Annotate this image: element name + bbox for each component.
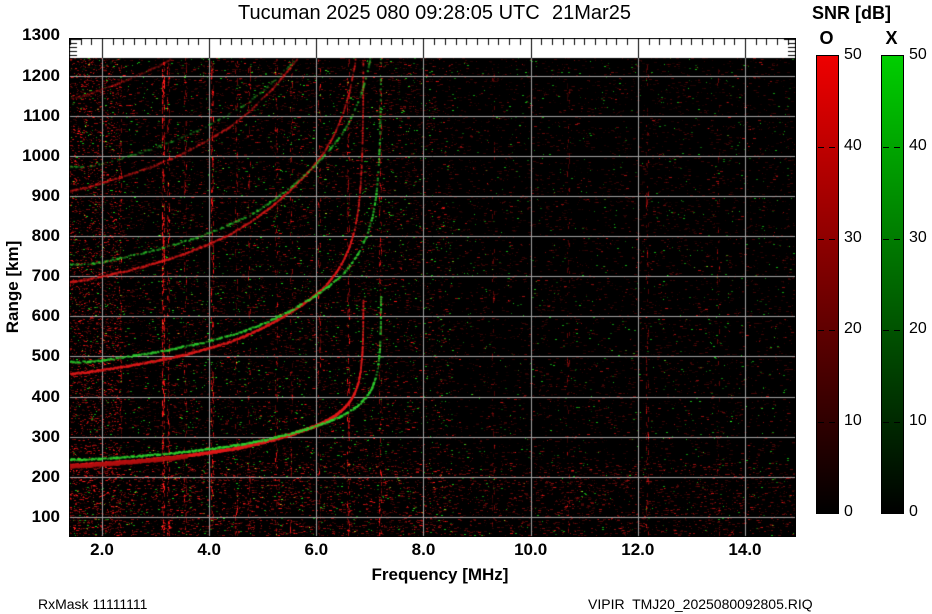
- colorbar-tick-label: 20: [909, 320, 927, 338]
- x-axis-label: Frequency [MHz]: [371, 565, 509, 584]
- y-tick-label: 1200: [22, 65, 60, 85]
- y-tick-label: 1000: [22, 145, 60, 165]
- x-mode-colorbar: [881, 55, 904, 514]
- y-tick-label: 300: [31, 426, 60, 446]
- colorbar-level-dash: [883, 147, 889, 148]
- colorbar-tick-label: 0: [844, 503, 853, 520]
- y-tick-label: 500: [31, 346, 60, 366]
- colorbar-tick-label: 50: [909, 46, 927, 63]
- colorbar-level-dash: [829, 147, 835, 148]
- colorbar-tick-label: 30: [909, 228, 927, 246]
- y-tick-label: 200: [31, 466, 60, 486]
- y-tick-label: 1300: [22, 25, 60, 45]
- ionogram-plot-canvas: [69, 38, 796, 537]
- y-tick-label: 1100: [23, 105, 60, 125]
- rxmask-text: RxMask 11111111: [38, 596, 148, 612]
- colorbar-level-dash: [894, 330, 900, 331]
- x-tick-label: 6.0: [304, 540, 329, 559]
- x-mode-label: X: [885, 28, 898, 48]
- y-tick-label: 600: [31, 306, 60, 326]
- colorbar-tick-label: 0: [909, 503, 918, 520]
- x-tick-label: 10.0: [514, 540, 548, 559]
- x-tick-label: 14.0: [728, 540, 762, 559]
- x-tick-label: 8.0: [411, 540, 436, 559]
- x-tick-label: 4.0: [197, 540, 221, 559]
- filename-text: VIPIR TMJ20_2025080092805.RIQ: [588, 596, 813, 612]
- colorbar-level-dash: [818, 330, 824, 331]
- colorbar-level-dash: [883, 330, 889, 331]
- colorbar-tick-label: 40: [844, 137, 862, 155]
- o-mode-colorbar: [816, 55, 839, 514]
- colorbar-level-dash: [818, 147, 824, 148]
- colorbar-tick-label: 50: [844, 46, 862, 63]
- y-tick-label: 100: [31, 507, 60, 526]
- colorbar-level-dash: [829, 330, 835, 331]
- o-mode-label: O: [819, 28, 834, 48]
- colorbar-tick-label: 10: [844, 411, 862, 429]
- y-tick-label: 400: [31, 386, 60, 406]
- colorbar-level-dash: [894, 147, 900, 148]
- plot-title: Tucuman 2025 080 09:28:05 UTC: [238, 2, 540, 24]
- y-tick-label: 800: [31, 226, 60, 246]
- colorbar-tick-label: 40: [909, 137, 927, 155]
- colorbar-tick-label: 20: [844, 320, 862, 338]
- colorbar-level-dash: [829, 422, 835, 423]
- colorbar-tick-label: 30: [844, 228, 862, 246]
- y-tick-label: 900: [31, 185, 60, 205]
- colorbar-level-dash: [894, 422, 900, 423]
- ionogram-screen: Tucuman 2025 080 09:28:05 UTC 21Mar25 Ra…: [0, 0, 932, 614]
- x-tick-label: 2.0: [90, 540, 114, 559]
- colorbar-level-dash: [894, 239, 900, 240]
- colorbar-title: SNR [dB]: [812, 3, 891, 23]
- colorbar-tick-label: 10: [909, 411, 927, 429]
- y-tick-label: 700: [31, 266, 60, 286]
- colorbar-level-dash: [818, 239, 824, 240]
- colorbar-level-dash: [829, 239, 835, 240]
- colorbar-level-dash: [818, 422, 824, 423]
- x-tick-label: 12.0: [621, 540, 655, 559]
- plot-date: 21Mar25: [552, 2, 631, 24]
- colorbar-level-dash: [883, 422, 889, 423]
- colorbar-level-dash: [883, 239, 889, 240]
